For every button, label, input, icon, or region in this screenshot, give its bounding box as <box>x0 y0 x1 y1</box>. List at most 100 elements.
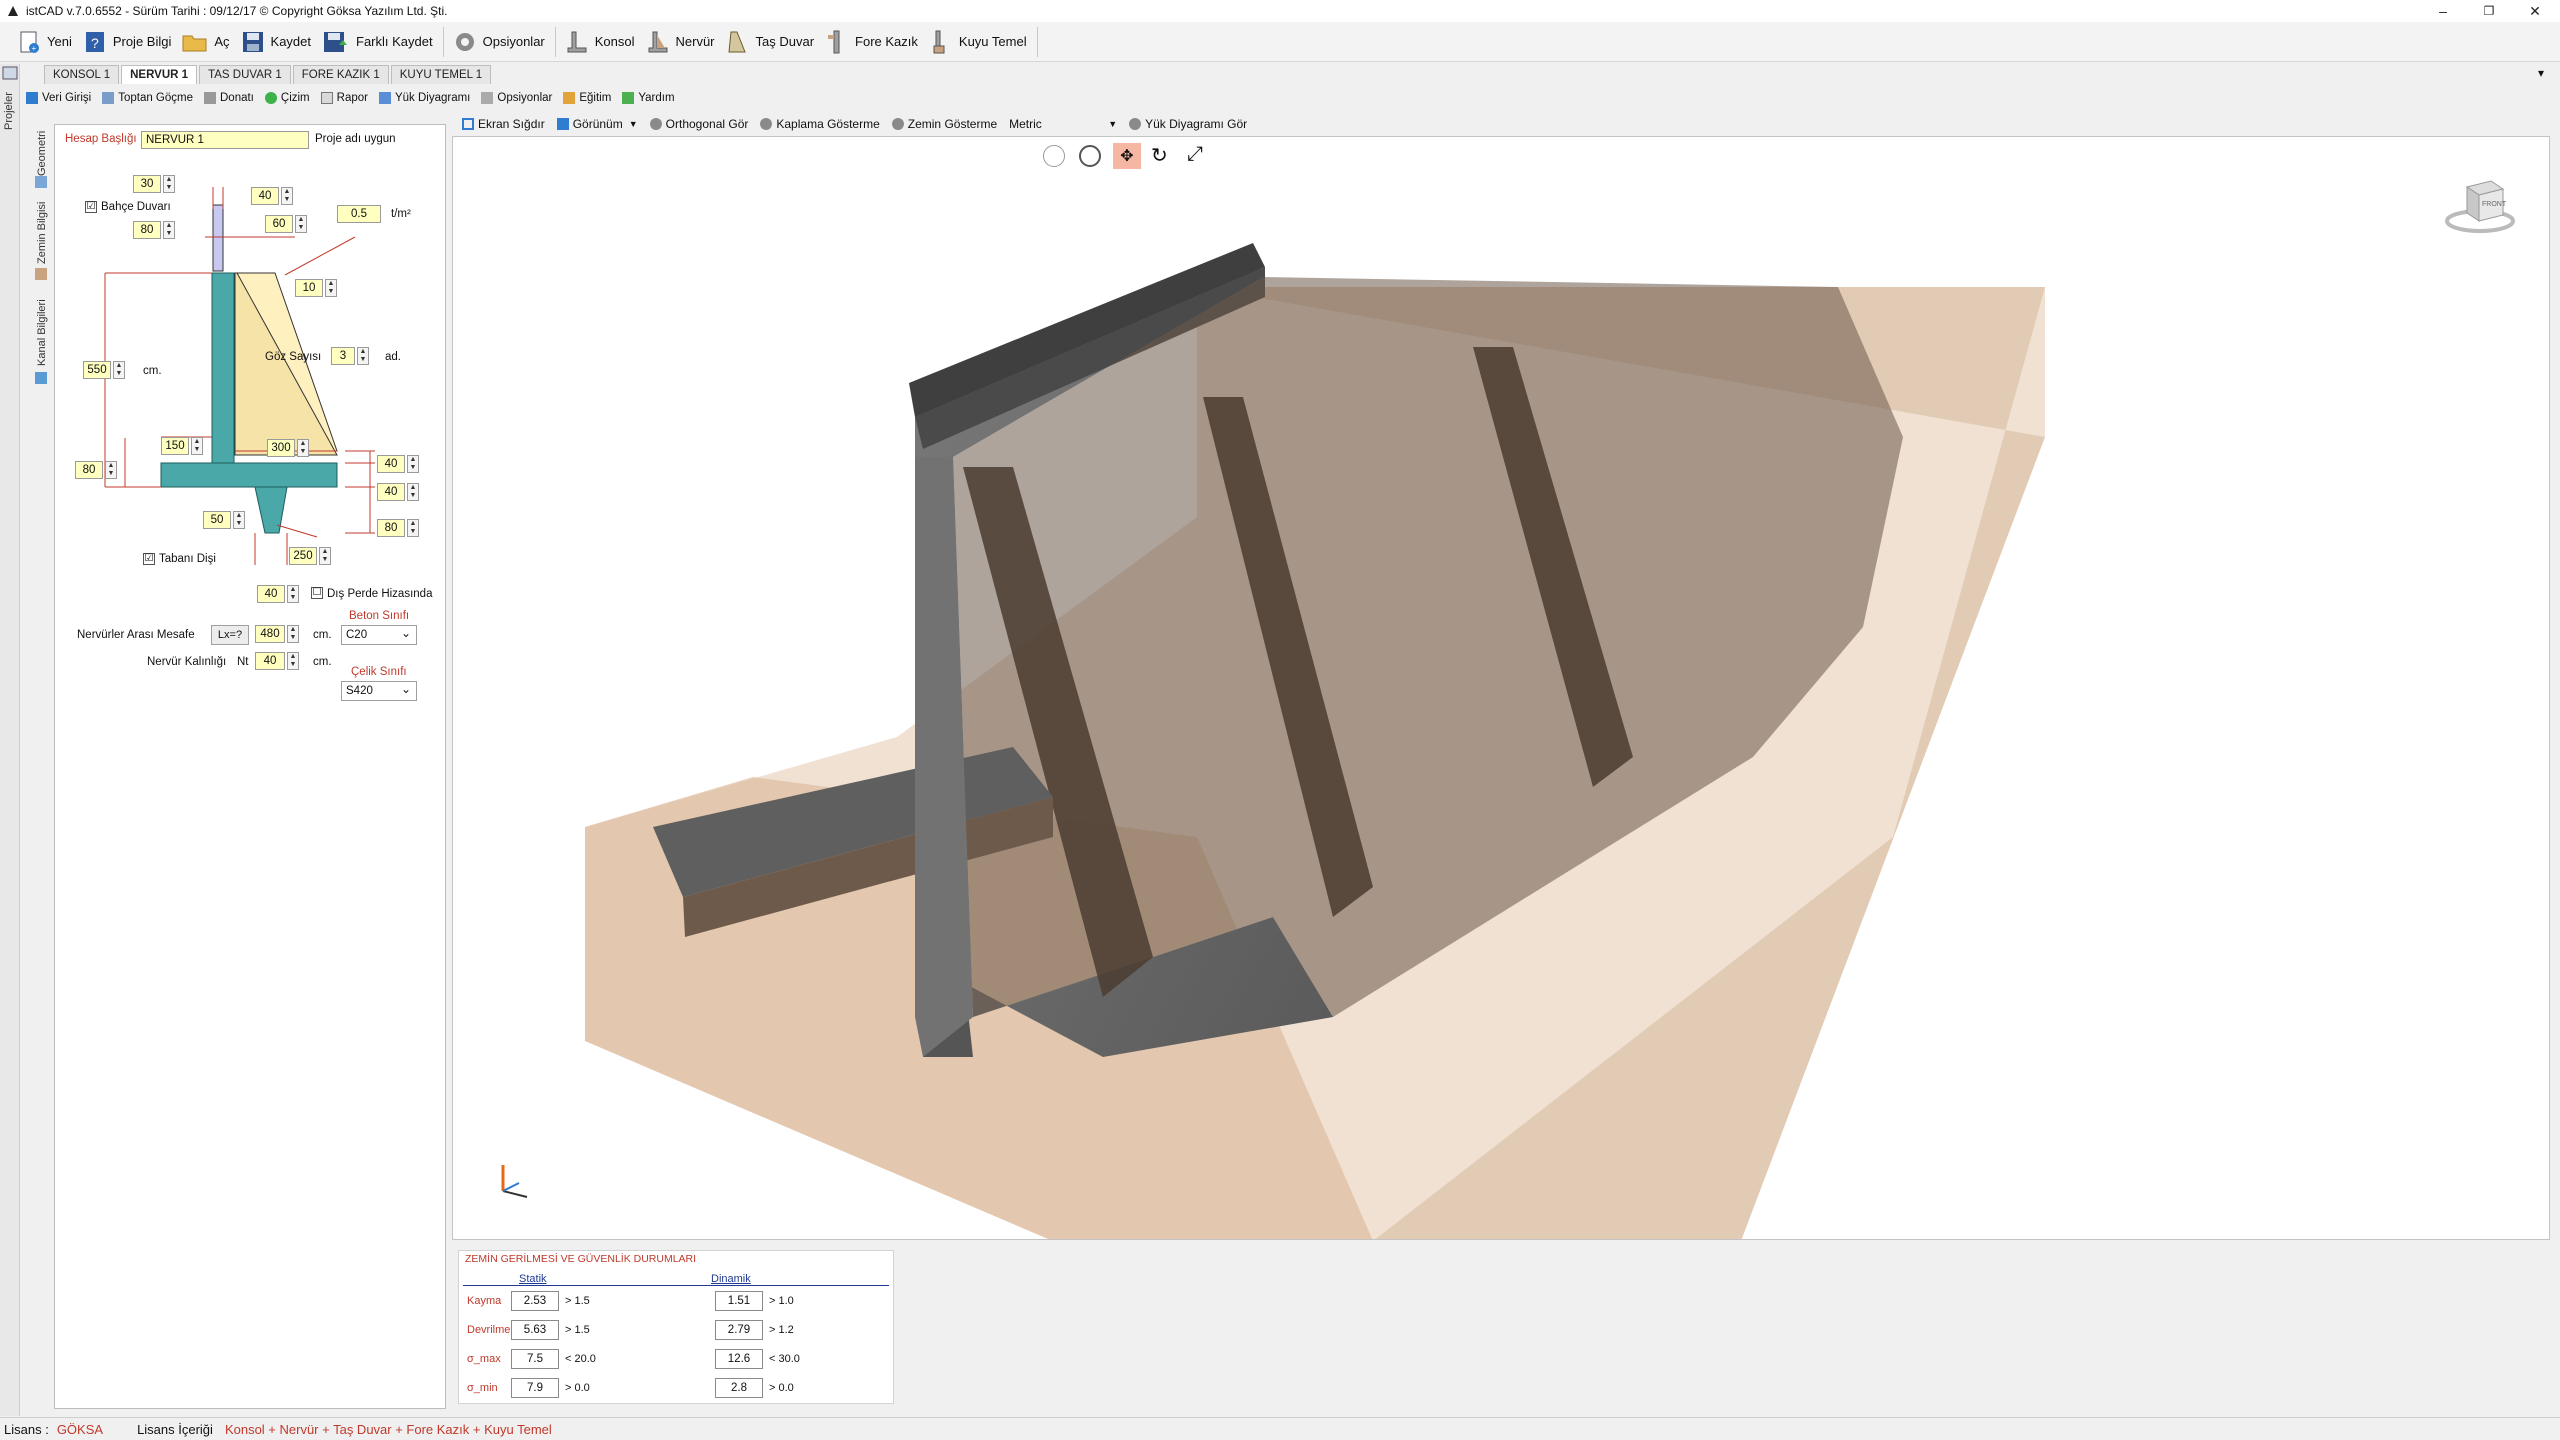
outer-face-checkbox[interactable]: ☐ <box>311 587 323 599</box>
show-load-diagram-button[interactable]: Yük Diyagramı Gör <box>1125 117 1255 131</box>
right-40a-spinner[interactable]: ▲ ▼ <box>407 455 419 473</box>
view-dropdown[interactable]: Görünüm ▼ <box>553 117 646 131</box>
report-button[interactable]: Rapor <box>317 88 375 108</box>
wall-height-input[interactable]: 550 <box>83 361 111 379</box>
project-info-button[interactable]: ? Proje Bilgi <box>78 25 178 59</box>
steel-class-select[interactable]: S420 <box>341 681 417 701</box>
heel-length-input[interactable]: 300 <box>267 439 295 457</box>
orthogonal-button[interactable]: Orthogonal Gör <box>646 117 757 131</box>
bottom-40-input[interactable]: 40 <box>257 585 285 603</box>
dim-10-spinner[interactable]: ▲ ▼ <box>325 279 337 297</box>
konsol-button[interactable]: Konsol <box>560 25 641 59</box>
base-thickness-spinner[interactable]: ▲ ▼ <box>105 461 117 479</box>
garden-wall-checkbox[interactable]: ☑ <box>85 201 97 213</box>
heel-length-spinner[interactable]: ▲ ▼ <box>297 439 309 457</box>
title-input[interactable]: NERVUR 1 <box>141 131 309 149</box>
key-depth-spinner[interactable]: ▲ ▼ <box>319 547 331 565</box>
license-content-value: Konsol + Nervür + Taş Duvar + Fore Kazık… <box>224 1421 552 1437</box>
dim-40-spinner[interactable]: ▲ ▼ <box>281 187 293 205</box>
save-as-button[interactable]: Farklı Kaydet <box>317 25 439 59</box>
projects-strip[interactable]: Projeler <box>0 64 20 1416</box>
safety-results-panel: ZEMİN GERİLMESİ VE GÜVENLİK DURUMLARI St… <box>458 1250 894 1404</box>
garden-height-spinner[interactable]: ▲ ▼ <box>163 221 175 239</box>
garden-height-input[interactable]: 80 <box>133 221 161 239</box>
tab-tas-duvar-1[interactable]: TAS DUVAR 1 <box>199 65 291 84</box>
help-button[interactable]: Yardım <box>618 88 681 108</box>
options-button[interactable]: Opsiyonlar <box>448 25 551 59</box>
pan-icon[interactable]: ✥ <box>1113 143 1141 169</box>
right-80-spinner[interactable]: ▲ ▼ <box>407 519 419 537</box>
dim-40-input[interactable]: 40 <box>251 187 279 205</box>
rib-spacing-spinner[interactable]: ▲ ▼ <box>287 625 299 643</box>
top-width-spinner[interactable]: ▲ ▼ <box>163 175 175 193</box>
hide-soil-button[interactable]: Zemin Gösterme <box>888 117 1005 131</box>
save-button[interactable]: Kaydet <box>236 25 317 59</box>
zoom-icon[interactable] <box>1079 145 1101 167</box>
close-button[interactable]: ✕ <box>2512 0 2558 22</box>
units-select[interactable]: Metric ▼ <box>1005 117 1125 131</box>
rotate-icon[interactable]: ↻ <box>1151 143 1168 168</box>
drawing-button[interactable]: Çizim <box>261 88 317 108</box>
hide-cover-button[interactable]: Kaplama Gösterme <box>756 117 887 131</box>
tab-konsol-1[interactable]: KONSOL 1 <box>44 65 120 84</box>
minimize-button[interactable]: – <box>2420 0 2466 22</box>
tab-soil-info[interactable]: Zemin Bilgisi <box>36 202 48 264</box>
dim-60-spinner[interactable]: ▲ ▼ <box>295 215 307 233</box>
kuyu-temel-button[interactable]: Kuyu Temel <box>924 25 1033 59</box>
bottom-40-spinner[interactable]: ▲ ▼ <box>287 585 299 603</box>
dim-10-input[interactable]: 10 <box>295 279 323 297</box>
chevron-down-icon: ▼ <box>1108 119 1118 129</box>
right-40b-input[interactable]: 40 <box>377 483 405 501</box>
folder-icon <box>182 35 207 51</box>
wall-height-spinner[interactable]: ▲ ▼ <box>113 361 125 379</box>
bays-spinner[interactable]: ▲ ▼ <box>357 347 369 365</box>
toe-length-input[interactable]: 150 <box>161 437 189 455</box>
toe-length-spinner[interactable]: ▲ ▼ <box>191 437 203 455</box>
concrete-class-select[interactable]: C20 <box>341 625 417 645</box>
result-label: σ_min <box>467 1382 498 1394</box>
fit-screen-button[interactable]: Ekran Sığdır <box>458 117 553 131</box>
rib-spacing-input[interactable]: 480 <box>255 625 285 643</box>
rib-thickness-spinner[interactable]: ▲ ▼ <box>287 652 299 670</box>
reinforcement-button[interactable]: Donatı <box>200 88 261 108</box>
tab-fore-kazik-1[interactable]: FORE KAZIK 1 <box>292 65 389 84</box>
key-width-spinner[interactable]: ▲ ▼ <box>233 511 245 529</box>
bays-input[interactable]: 3 <box>331 347 355 365</box>
new-button[interactable]: + Yeni <box>12 25 78 59</box>
key-checkbox[interactable]: ☑ <box>143 553 155 565</box>
tab-geometry[interactable]: Geometri <box>36 131 48 176</box>
fore-kazik-button[interactable]: Fore Kazık <box>820 25 924 59</box>
open-button[interactable]: Aç <box>177 25 235 59</box>
data-entry-button[interactable]: Veri Girişi <box>22 88 98 108</box>
base-thickness-input[interactable]: 80 <box>75 461 103 479</box>
training-button[interactable]: Eğitim <box>559 88 618 108</box>
right-40b-spinner[interactable]: ▲ ▼ <box>407 483 419 501</box>
help-icon <box>622 92 635 104</box>
top-width-input[interactable]: 30 <box>133 175 161 193</box>
tab-kuyu-temel-1[interactable]: KUYU TEMEL 1 <box>390 65 492 84</box>
tabs-dropdown-icon[interactable]: ▾ <box>2538 66 2544 80</box>
rib-thickness-input[interactable]: 40 <box>255 652 285 670</box>
key-depth-input[interactable]: 250 <box>289 547 317 565</box>
load-diagram-button[interactable]: Yük Diyagramı <box>375 88 477 108</box>
tas-duvar-button[interactable]: Taş Duvar <box>721 25 821 59</box>
projects-tab[interactable]: Projeler <box>3 92 15 130</box>
lx-calc-button[interactable]: Lx=? <box>211 625 249 645</box>
3d-viewport[interactable]: ✥ ↻ ⤢ FRONT <box>452 136 2550 1240</box>
right-40a-input[interactable]: 40 <box>377 455 405 473</box>
tab-channel-info[interactable]: Kanal Bilgileri <box>36 299 48 366</box>
key-width-input[interactable]: 50 <box>203 511 231 529</box>
zoom-window-icon[interactable] <box>1043 145 1065 167</box>
dynamic-value: 12.6 <box>715 1349 763 1369</box>
dynamic-condition: < 30.0 <box>769 1353 800 1365</box>
right-80-input[interactable]: 80 <box>377 519 405 537</box>
tab-nervur-1[interactable]: NERVUR 1 <box>121 65 198 84</box>
restore-button[interactable]: ❐ <box>2466 0 2512 22</box>
global-failure-button[interactable]: Toptan Göçme <box>98 88 200 108</box>
sub-options-button[interactable]: Opsiyonlar <box>477 88 559 108</box>
fullscreen-icon[interactable]: ⤢ <box>1187 143 1203 166</box>
nervur-button[interactable]: Nervür <box>641 25 721 59</box>
dim-60-input[interactable]: 60 <box>265 215 293 233</box>
surcharge-input[interactable]: 0.5 <box>337 205 381 223</box>
view-cube[interactable]: FRONT <box>2445 173 2515 235</box>
